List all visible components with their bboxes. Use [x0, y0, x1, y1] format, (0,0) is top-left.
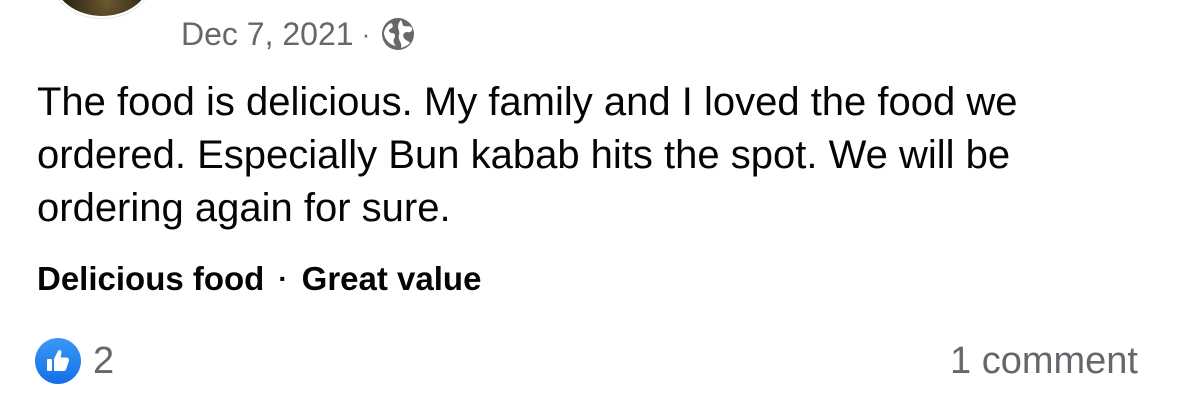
tag-separator: ·: [278, 263, 288, 294]
tag-item: Delicious food: [37, 260, 265, 297]
post-date[interactable]: Dec 7, 2021: [181, 16, 354, 53]
review-text: The food is delicious. My family and I l…: [37, 80, 1018, 230]
reactions-summary[interactable]: 2: [35, 338, 114, 384]
post-meta: Dec 7, 2021 ·: [181, 12, 416, 56]
like-count[interactable]: 2: [93, 340, 114, 383]
avatar[interactable]: [52, 0, 152, 18]
globe-icon[interactable]: [380, 16, 416, 52]
like-icon: [35, 338, 81, 384]
meta-separator: ·: [361, 18, 371, 49]
review-tags: Delicious food · Great value: [37, 260, 481, 298]
comment-count-link[interactable]: 1 comment: [950, 338, 1138, 384]
tag-item: Great value: [301, 260, 482, 297]
